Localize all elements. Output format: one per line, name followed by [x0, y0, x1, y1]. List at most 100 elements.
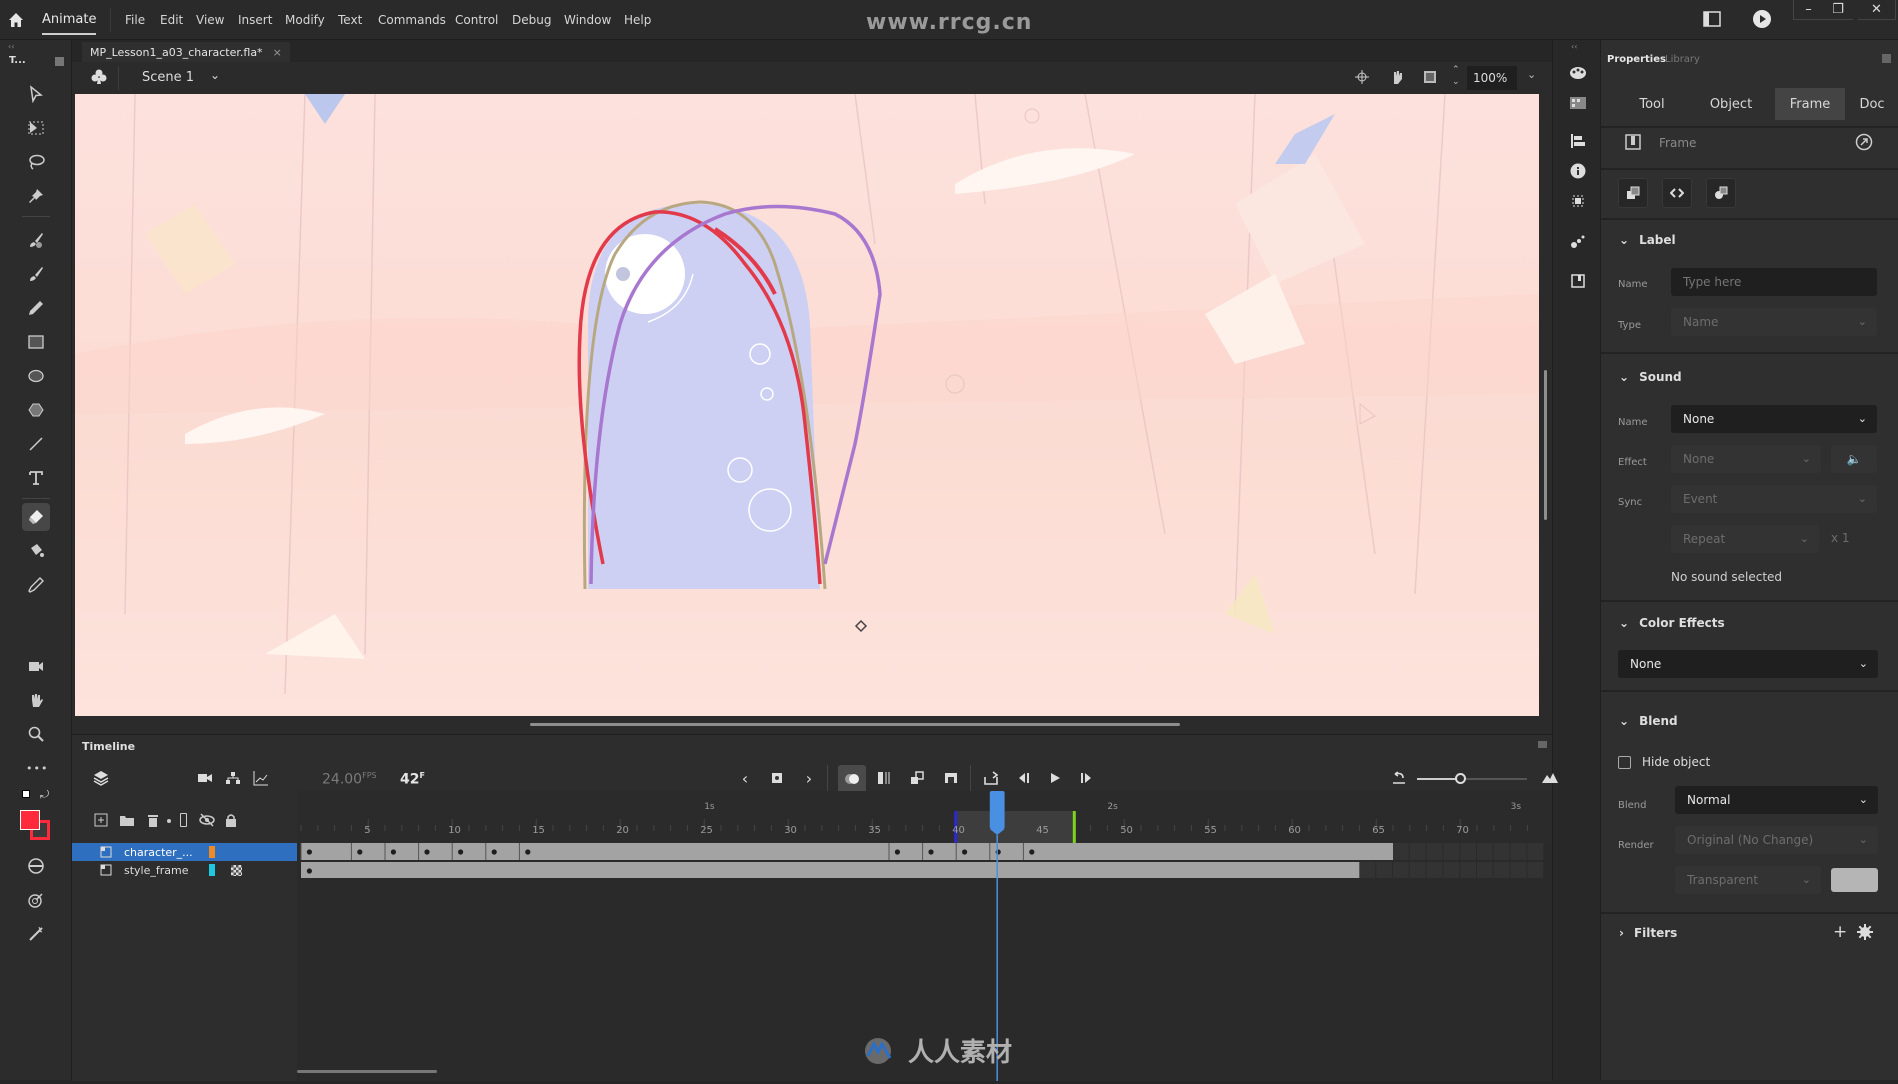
rotate-stage-icon[interactable] [1388, 68, 1406, 86]
layer-parenting-icon[interactable] [222, 767, 244, 789]
motion-presets-icon[interactable] [1567, 230, 1589, 252]
stage-horizontal-scrollbar[interactable] [530, 723, 1180, 726]
toolbar-menu-icon[interactable] [55, 57, 64, 66]
clip-content-icon[interactable] [1424, 71, 1436, 83]
stage-canvas[interactable] [75, 94, 1539, 716]
fit-frames-icon[interactable] [1388, 767, 1410, 789]
zoom-level-field[interactable]: 100% [1467, 66, 1517, 90]
menu-view[interactable]: View [196, 13, 224, 27]
selection-tool[interactable] [22, 80, 50, 108]
next-keyframe-icon[interactable]: › [798, 767, 820, 789]
restore-button[interactable]: ❐ [1823, 0, 1853, 20]
snap-tool[interactable] [22, 886, 50, 914]
onion-skin-button[interactable] [838, 765, 866, 793]
delete-layer-icon[interactable] [142, 809, 164, 831]
insert-blank-keyframe-icon[interactable] [940, 767, 962, 789]
polystar-tool[interactable] [22, 396, 50, 424]
layer-row-style-frame[interactable]: style_frame [72, 861, 297, 879]
render-select[interactable]: Original (No Change) ⌄ [1675, 826, 1878, 854]
scene-club-icon[interactable] [90, 68, 108, 86]
sound-repeat-count[interactable]: x 1 [1831, 531, 1850, 545]
play-icon[interactable] [1044, 767, 1066, 789]
stroke-color-swatch[interactable] [20, 810, 40, 830]
swatches-panel-icon[interactable] [1567, 92, 1589, 114]
tween-button[interactable] [1706, 178, 1736, 208]
new-folder-icon[interactable] [116, 809, 138, 831]
minimize-button[interactable]: – [1793, 0, 1823, 20]
eraser-tool[interactable] [22, 503, 50, 531]
convert-keyframe-button[interactable] [1618, 178, 1648, 208]
asset-warp-tool[interactable] [22, 182, 50, 210]
layer-color-tag[interactable] [209, 846, 215, 858]
highlight-layer-icon[interactable] [167, 819, 171, 823]
library-panel-tab[interactable]: Library [1665, 54, 1700, 65]
document-tab[interactable]: MP_Lesson1_a03_character.fla* × [82, 42, 290, 62]
camera-tool[interactable] [22, 652, 50, 680]
add-filter-button[interactable]: + [1833, 922, 1847, 942]
tab-object[interactable]: Object [1691, 88, 1771, 120]
mountain-zoom-icon[interactable] [1539, 767, 1561, 789]
layer-row-character[interactable]: character_... [72, 843, 297, 861]
color-effect-select[interactable]: None ⌄ [1618, 650, 1878, 678]
outline-layer-icon[interactable] [180, 813, 187, 827]
step-forward-icon[interactable] [1076, 767, 1098, 789]
graph-icon[interactable] [250, 767, 272, 789]
paint-bucket-tool[interactable] [22, 537, 50, 565]
label-type-select[interactable]: Name ⌄ [1671, 308, 1877, 336]
gear-icon[interactable] [1857, 924, 1873, 940]
menu-commands[interactable]: Commands [378, 13, 446, 27]
menu-control[interactable]: Control [455, 13, 498, 27]
code-snippet-button[interactable] [1662, 178, 1692, 208]
edit-multiple-frames-icon[interactable] [873, 767, 895, 789]
sound-effect-select[interactable]: None ⌄ [1671, 445, 1821, 473]
hide-all-layers-icon[interactable] [196, 809, 218, 831]
menu-file[interactable]: File [125, 13, 145, 27]
menu-window[interactable]: Window [564, 13, 611, 27]
eyedropper-tool[interactable] [22, 571, 50, 599]
blend-mode-select[interactable]: Normal ⌄ [1675, 786, 1878, 814]
menu-debug[interactable]: Debug [512, 13, 551, 27]
align-panel-icon[interactable] [1567, 130, 1589, 152]
frame-size-slider-thumb[interactable] [1455, 773, 1466, 784]
lasso-tool[interactable] [22, 148, 50, 176]
sound-name-select[interactable]: None ⌄ [1671, 405, 1877, 433]
step-back-icon[interactable] [1012, 767, 1034, 789]
swap-colors-icon[interactable]: ⤾ [40, 788, 49, 802]
frame-size-slider[interactable] [1417, 773, 1527, 784]
panel-menu-icon[interactable] [1882, 54, 1891, 63]
swap-tool[interactable] [22, 852, 50, 880]
tab-frame[interactable]: Frame [1775, 88, 1845, 120]
info-panel-icon[interactable] [1567, 160, 1589, 182]
oval-tool[interactable] [22, 362, 50, 390]
transform-panel-icon[interactable] [1567, 190, 1589, 212]
collapse-dock-icon[interactable]: ‹‹ [1571, 42, 1577, 51]
menu-modify[interactable]: Modify [285, 13, 325, 27]
zoom-stepper[interactable]: ⌃ ⌄ [1452, 64, 1460, 88]
current-frame-readout[interactable]: 42F [400, 771, 425, 788]
library-book-icon[interactable] [1567, 270, 1589, 292]
hide-object-checkbox[interactable] [1618, 756, 1631, 769]
pencil-tool[interactable] [22, 294, 50, 322]
color-effects-section-header[interactable]: ⌄ Color Effects [1619, 616, 1725, 630]
more-tools-button[interactable]: ••• [26, 762, 48, 775]
collapse-toolbar-icon[interactable]: ‹‹ [8, 42, 14, 51]
layer-name[interactable]: style_frame [124, 864, 204, 877]
app-name[interactable]: Animate [42, 12, 97, 35]
center-stage-icon[interactable] [1354, 69, 1370, 85]
hand-tool[interactable] [22, 686, 50, 714]
lock-all-layers-icon[interactable] [220, 809, 242, 831]
color-panel-icon[interactable] [1567, 62, 1589, 84]
scene-name[interactable]: Scene 1 [142, 70, 194, 85]
subselection-tool[interactable] [22, 114, 50, 142]
timeline-menu-icon[interactable] [1538, 741, 1547, 748]
line-tool[interactable] [22, 430, 50, 458]
new-layer-icon[interactable] [90, 809, 112, 831]
frame-label-name-input[interactable] [1671, 268, 1877, 296]
layers-icon[interactable] [90, 767, 112, 789]
sound-repeat-select[interactable]: Repeat ⌄ [1671, 525, 1819, 553]
menu-edit[interactable]: Edit [160, 13, 183, 27]
menu-text[interactable]: Text [338, 13, 362, 27]
transparent-select[interactable]: Transparent ⌄ [1675, 866, 1821, 894]
close-tab-icon[interactable]: × [273, 46, 282, 59]
paint-brush-tool[interactable] [22, 226, 50, 254]
